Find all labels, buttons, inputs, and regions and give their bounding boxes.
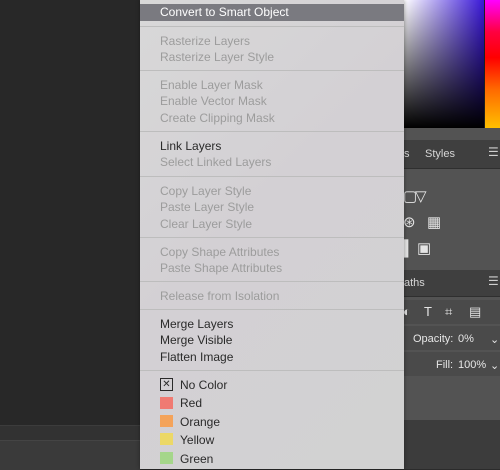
menu-item-copy-layer-style: Copy Layer Style [160, 184, 252, 198]
half-icon[interactable]: ▌ [403, 241, 414, 256]
tab-partial[interactable]: s [404, 148, 410, 160]
circles-icon[interactable]: ⊛ [403, 215, 416, 230]
menu-separator [140, 70, 404, 71]
opacity-value[interactable]: 0% [458, 333, 474, 345]
menu-item-yellow[interactable]: Yellow [180, 432, 214, 448]
menu-item-orange[interactable]: Orange [180, 414, 220, 430]
layers-list-area [404, 420, 500, 469]
triangle-icon[interactable]: ▽ [415, 189, 427, 204]
menu-separator [140, 131, 404, 132]
color-picker-field[interactable] [404, 0, 484, 128]
fill-dropdown-icon[interactable]: ⌄ [490, 359, 499, 372]
no-color-icon: ✕ [160, 378, 173, 391]
menu-item-paste-layer-style: Paste Layer Style [160, 200, 255, 214]
menu-item-rasterize-layer-style: Rasterize Layer Style [160, 50, 275, 64]
menu-item-paste-shape-attributes: Paste Shape Attributes [160, 261, 283, 275]
filter-pixel-icon[interactable]: ◐ [403, 305, 411, 318]
document-workspace [0, 0, 140, 469]
filter-shape-icon[interactable]: ⌗ [445, 305, 452, 318]
menu-separator [140, 309, 404, 310]
menu-item-copy-shape-attributes: Copy Shape Attributes [160, 245, 280, 259]
menu-separator [140, 281, 404, 282]
menu-separator [140, 176, 404, 177]
opacity-label: Opacity: [413, 333, 454, 345]
gradient-icon[interactable]: ▣ [417, 241, 431, 256]
tab-styles[interactable]: Styles [425, 148, 455, 160]
menu-separator [140, 370, 404, 371]
menu-item-release-from-isolation: Release from Isolation [160, 289, 280, 303]
menu-item-flatten-image[interactable]: Flatten Image [140, 349, 404, 365]
menu-item-no-color[interactable]: No Color [180, 377, 227, 393]
menu-item-enable-vector-mask: Enable Vector Mask [160, 94, 267, 108]
menu-separator [140, 26, 404, 27]
panel-menu-icon[interactable]: ☰ [488, 145, 499, 159]
filter-type-icon[interactable]: T [424, 305, 432, 318]
yellow-swatch-icon [160, 433, 173, 445]
menu-item-merge-visible[interactable]: Merge Visible [140, 332, 404, 348]
menu-item-rasterize-layers: Rasterize Layers [160, 34, 251, 48]
green-swatch-icon [160, 452, 173, 464]
menu-separator [140, 237, 404, 238]
fill-label: Fill: [436, 359, 454, 371]
right-panel [404, 128, 500, 469]
menu-item-clear-layer-style: Clear Layer Style [160, 217, 253, 231]
red-swatch-icon [160, 397, 173, 409]
status-bar [0, 440, 140, 470]
menu-item-red[interactable]: Red [180, 395, 202, 411]
tab-paths[interactable]: aths [404, 277, 425, 289]
menu-item-merge-layers[interactable]: Merge Layers [140, 316, 404, 332]
layer-context-menu: Convert to Smart Object Rasterize Layers… [140, 0, 404, 469]
menu-item-green[interactable]: Green [180, 451, 213, 467]
menu-item-create-clipping-mask: Create Clipping Mask [160, 111, 275, 125]
grid-icon[interactable]: ▦ [427, 215, 441, 230]
menu-item-select-linked-layers: Select Linked Layers [160, 155, 272, 169]
filter-smart-icon[interactable]: ▤ [469, 305, 481, 318]
menu-item-convert-to-smart-object[interactable]: Convert to Smart Object [140, 4, 404, 21]
opacity-dropdown-icon[interactable]: ⌄ [490, 333, 499, 346]
panel-menu-icon-2[interactable]: ☰ [488, 274, 499, 288]
hue-slider[interactable] [485, 0, 500, 128]
menu-item-enable-layer-mask: Enable Layer Mask [160, 78, 263, 92]
fill-value[interactable]: 100% [458, 359, 486, 371]
orange-swatch-icon [160, 415, 173, 427]
menu-item-link-layers[interactable]: Link Layers [140, 138, 404, 154]
